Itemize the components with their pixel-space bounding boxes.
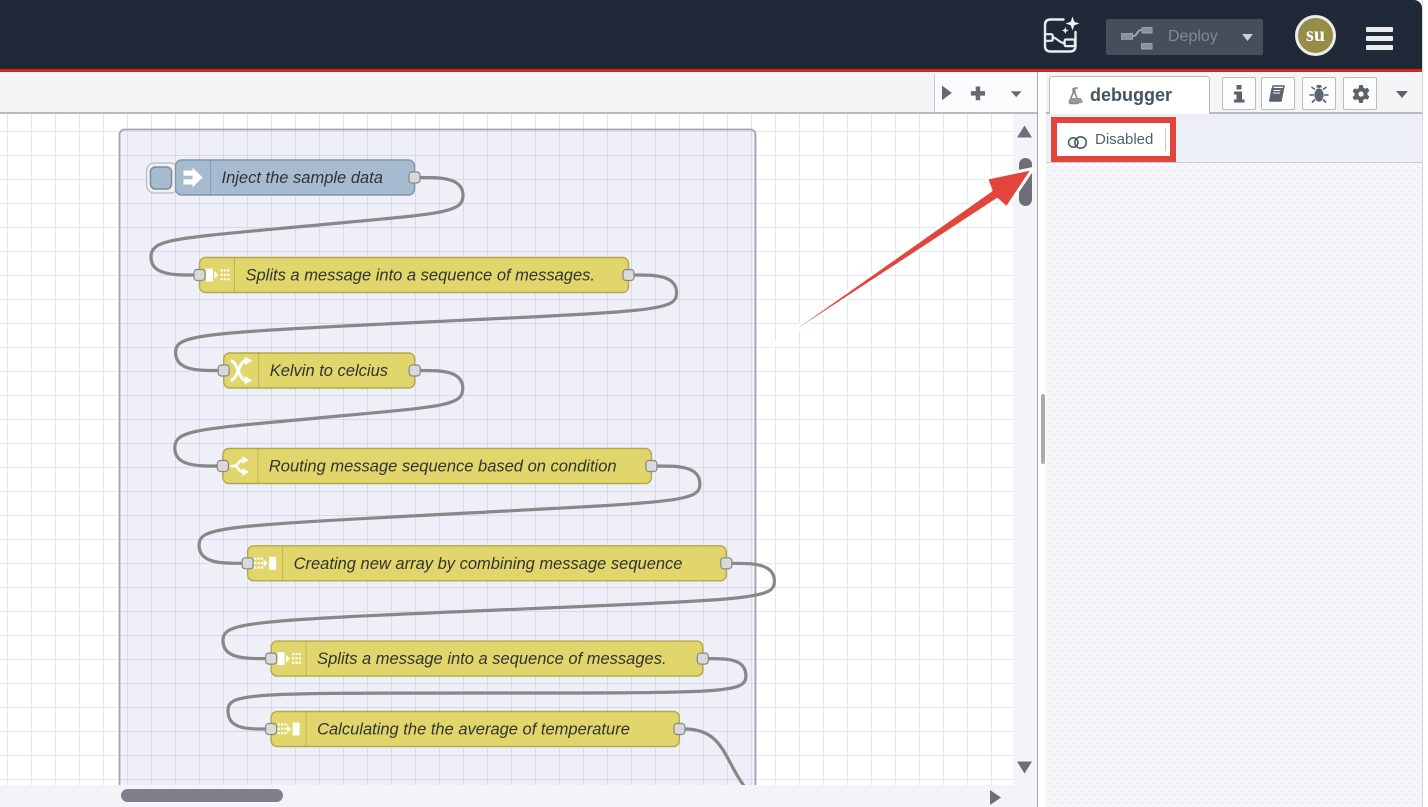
svg-text:Creating new array by combinin: Creating new array by combining message …	[294, 555, 683, 573]
svg-text:Routing message sequence based: Routing message sequence based on condit…	[269, 458, 617, 476]
svg-text:Calculating the the average of: Calculating the the average of temperatu…	[317, 721, 630, 739]
svg-text:Splits a message into a sequen: Splits a message into a sequence of mess…	[246, 267, 595, 285]
svg-text:Inject the sample data: Inject the sample data	[222, 169, 383, 187]
svg-text:Splits a message into a sequen: Splits a message into a sequence of mess…	[317, 650, 666, 668]
svg-text:Kelvin to celcius: Kelvin to celcius	[270, 362, 388, 380]
